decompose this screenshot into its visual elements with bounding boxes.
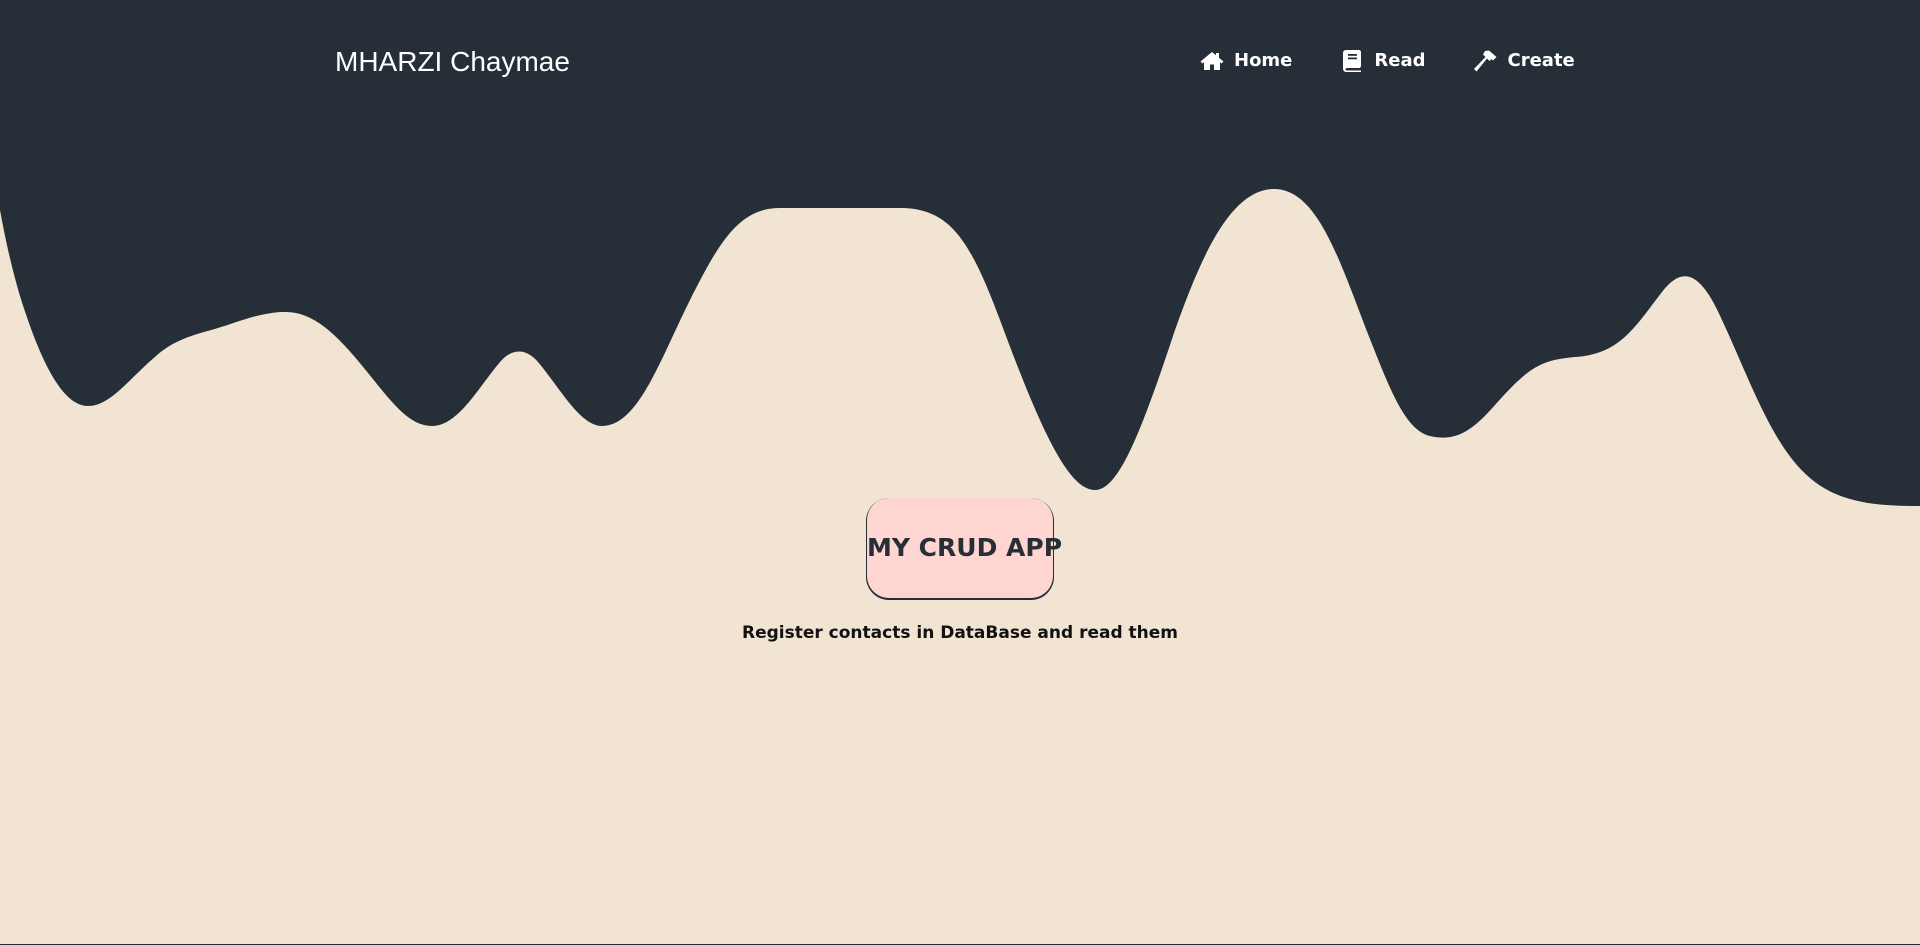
navbar: MHARZI Chaymae Home Read Create (0, 0, 1920, 124)
nav-links: Home Read Create (1200, 48, 1575, 74)
nav-read-label: Read (1374, 50, 1426, 71)
nav-home-link[interactable]: Home (1200, 48, 1292, 74)
hero-subtitle: Register contacts in DataBase and read t… (741, 623, 1179, 643)
page: MHARZI Chaymae Home Read Create MY CRUD … (0, 0, 1920, 945)
hammer-icon (1473, 50, 1498, 72)
nav-create-label: Create (1507, 50, 1575, 71)
book-icon (1340, 50, 1364, 72)
brand-link[interactable]: MHARZI Chaymae (335, 44, 570, 80)
nav-create-link[interactable]: Create (1473, 48, 1575, 74)
home-icon (1200, 50, 1224, 72)
hero-title: MY CRUD APP (867, 498, 1062, 598)
nav-home-label: Home (1234, 50, 1293, 71)
hero-section: MY CRUD APP Register contacts in DataBas… (0, 498, 1920, 644)
nav-read-link[interactable]: Read (1340, 48, 1426, 74)
